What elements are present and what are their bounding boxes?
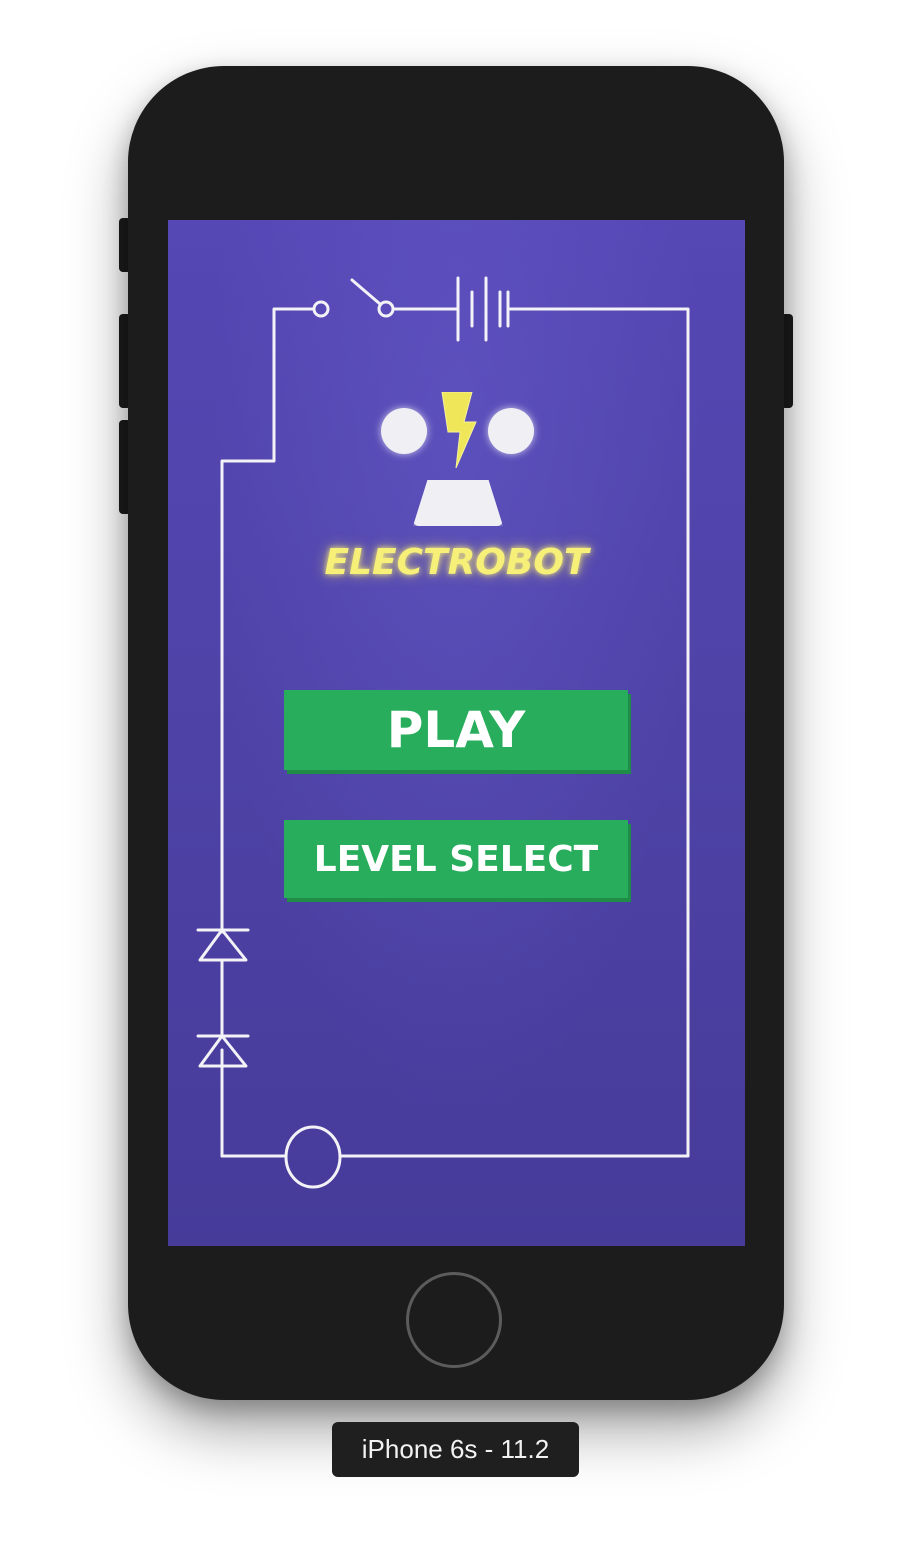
diode-top <box>196 928 250 1037</box>
lightning-bolt-icon <box>441 392 477 468</box>
device-label: iPhone 6s - 11.2 <box>332 1422 579 1477</box>
level-select-button[interactable]: LEVEL SELECT <box>284 820 628 898</box>
game-screen: ELECTROBOT PLAY LEVEL SELECT <box>168 220 745 1246</box>
switch-lever <box>350 278 382 306</box>
play-button[interactable]: PLAY <box>284 690 628 770</box>
lamp-icon <box>284 1125 342 1189</box>
robot-left-eye-icon <box>381 408 427 454</box>
robot-mouth-icon <box>413 480 503 526</box>
home-button[interactable] <box>406 1272 502 1368</box>
simulator-window: ELECTROBOT PLAY LEVEL SELECT iPhone 6s -… <box>0 0 912 1562</box>
switch-terminal-left <box>312 300 330 318</box>
game-title: ELECTROBOT <box>324 542 589 583</box>
robot-right-eye-icon <box>488 408 534 454</box>
